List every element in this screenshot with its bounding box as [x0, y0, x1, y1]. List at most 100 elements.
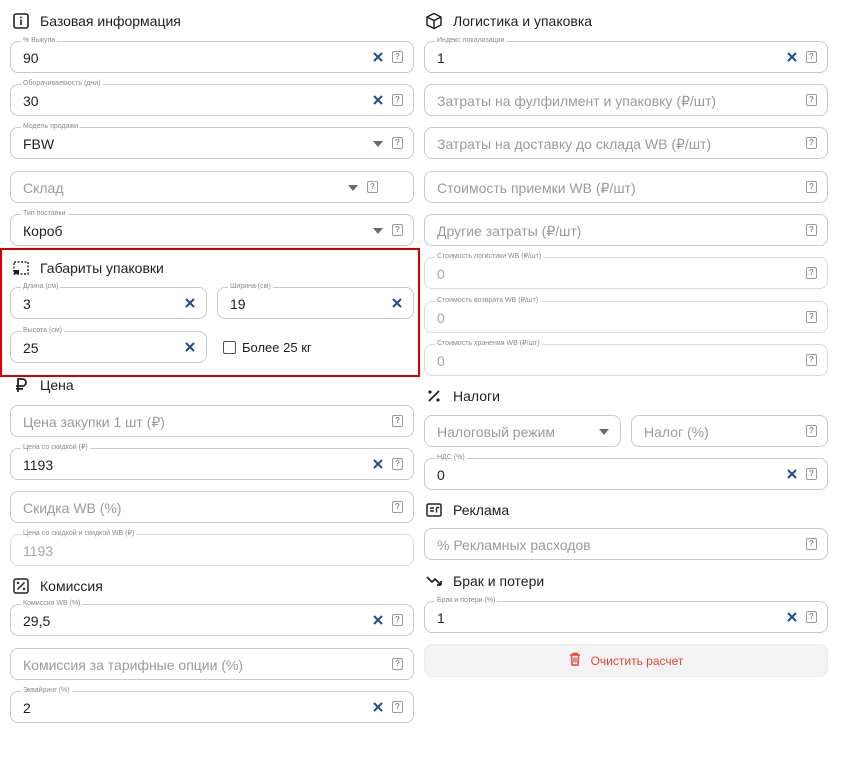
clear-icon[interactable]: [390, 296, 404, 310]
fulfillment-field[interactable]: Затраты на фулфилмент и упаковку (₽/шт) …: [424, 84, 828, 116]
over-25kg-checkbox[interactable]: Более 25 кг: [223, 340, 312, 355]
section-price: Цена: [12, 376, 74, 394]
help-icon[interactable]: ?: [392, 658, 403, 670]
logistics-cost-field: Стоимость логистики WB (₽/шт) 0 ?: [424, 252, 828, 289]
delivery-field[interactable]: Затраты на доставку до склада WB (₽/шт) …: [424, 127, 828, 159]
wb-discount-field[interactable]: Скидка WB (%) ?: [10, 491, 414, 523]
clear-icon[interactable]: [785, 467, 799, 481]
over-25kg-label: Более 25 кг: [242, 340, 312, 355]
clear-icon[interactable]: [785, 610, 799, 624]
help-icon[interactable]: ?: [806, 267, 817, 279]
help-icon[interactable]: ?: [806, 181, 817, 193]
ad-icon: [425, 501, 443, 519]
section-dimensions: Габариты упаковки: [12, 259, 164, 277]
other-costs-field[interactable]: Другие затраты (₽/шт) ?: [424, 214, 828, 246]
help-icon[interactable]: ?: [392, 701, 403, 713]
checkbox-box[interactable]: [223, 341, 236, 354]
help-icon[interactable]: ?: [806, 137, 817, 149]
help-icon[interactable]: ?: [806, 51, 817, 63]
acquiring-field[interactable]: Эквайринг (%) 2 ?: [10, 686, 414, 723]
height-field[interactable]: Высота (см) 25: [10, 326, 207, 363]
help-icon[interactable]: ?: [367, 181, 378, 193]
help-icon[interactable]: ?: [392, 224, 403, 236]
clear-icon[interactable]: [371, 457, 385, 471]
width-field[interactable]: Ширина (см) 19: [217, 282, 414, 319]
return-cost-label: Стоимость возврата WB (₽/шт): [435, 296, 541, 306]
tariff-commission-field[interactable]: Комиссия за тарифные опции (%) ?: [10, 648, 414, 680]
section-title-price: Цена: [40, 377, 74, 393]
tax-mode-select[interactable]: Налоговый режим: [424, 415, 621, 447]
acquiring-value: 2: [23, 700, 31, 716]
clear-icon[interactable]: [183, 340, 197, 354]
supply-type-select[interactable]: Тип поставки Короб ?: [10, 209, 414, 246]
localization-field[interactable]: Индекс локализации 1 ?: [424, 36, 828, 73]
help-icon[interactable]: ?: [806, 538, 817, 550]
clear-icon[interactable]: [785, 50, 799, 64]
section-taxes: Налоги: [425, 387, 500, 405]
help-icon[interactable]: ?: [392, 51, 403, 63]
discount-price-field[interactable]: Цена со скидкой (₽) 1193 ?: [10, 443, 414, 480]
logistics-cost-label: Стоимость логистики WB (₽/шт): [435, 252, 544, 262]
length-field[interactable]: Длина (см) 3: [10, 282, 207, 319]
help-icon[interactable]: ?: [806, 311, 817, 323]
help-icon[interactable]: ?: [392, 415, 403, 427]
section-defects: Брак и потери: [425, 572, 544, 590]
turnover-field[interactable]: Оборачиваемость (дни) 30 ?: [10, 79, 414, 116]
section-title-ads: Реклама: [453, 502, 510, 518]
sale-model-select[interactable]: Модель продажи FBW ?: [10, 122, 414, 159]
help-icon[interactable]: ?: [392, 458, 403, 470]
warehouse-select[interactable]: Склад ?: [10, 171, 414, 203]
clear-icon[interactable]: [371, 613, 385, 627]
section-logistics: Логистика и упаковка: [425, 12, 592, 30]
discount-price-value: 1193: [23, 457, 54, 473]
chevron-down-icon[interactable]: [373, 141, 383, 147]
buyout-value: 90: [23, 50, 39, 66]
help-icon[interactable]: ?: [392, 614, 403, 626]
commission-wb-field[interactable]: Комиссия WB (%) 29,5 ?: [10, 599, 414, 636]
purchase-price-placeholder: Цена закупки 1 шт (₽): [23, 414, 165, 430]
help-icon[interactable]: ?: [806, 611, 817, 623]
help-icon[interactable]: ?: [806, 224, 817, 236]
help-icon[interactable]: ?: [806, 94, 817, 106]
chevron-down-icon[interactable]: [348, 185, 358, 191]
clear-calculation-label: Очистить расчет: [590, 653, 684, 668]
fulfillment-placeholder: Затраты на фулфилмент и упаковку (₽/шт): [437, 93, 717, 109]
help-icon[interactable]: ?: [806, 354, 817, 366]
section-title-taxes: Налоги: [453, 388, 500, 404]
defects-field[interactable]: Брак и потери (%) 1 ?: [424, 596, 828, 633]
package-icon: [425, 12, 443, 30]
clear-icon[interactable]: [371, 50, 385, 64]
section-title-basic: Базовая информация: [40, 13, 181, 29]
help-icon[interactable]: ?: [806, 468, 817, 480]
supply-type-value: Короб: [23, 223, 63, 239]
help-icon[interactable]: ?: [806, 425, 817, 437]
ad-spend-field[interactable]: % Рекламных расходов ?: [424, 528, 828, 560]
ruble-icon: [12, 376, 30, 394]
help-icon[interactable]: ?: [392, 501, 403, 513]
chevron-down-icon[interactable]: [599, 429, 609, 435]
length-value: 3: [23, 296, 31, 312]
acceptance-field[interactable]: Стоимость приемки WB (₽/шт) ?: [424, 171, 828, 203]
tax-field[interactable]: Налог (%) ?: [631, 415, 828, 447]
wb-discount-placeholder: Скидка WB (%): [23, 500, 122, 516]
clear-icon[interactable]: [371, 700, 385, 714]
clear-icon[interactable]: [183, 296, 197, 310]
clear-icon[interactable]: [371, 93, 385, 107]
help-icon[interactable]: ?: [392, 137, 403, 149]
ad-spend-placeholder: % Рекламных расходов: [437, 537, 591, 553]
vat-field[interactable]: НДС (%) 0 ?: [424, 453, 828, 490]
purchase-price-field[interactable]: Цена закупки 1 шт (₽) ?: [10, 405, 414, 437]
buyout-field[interactable]: % Выкупа 90 ?: [10, 36, 414, 73]
vat-value: 0: [437, 467, 445, 483]
localization-label: Индекс локализации: [435, 36, 507, 46]
clear-calculation-button[interactable]: Очистить расчет: [424, 644, 828, 677]
delivery-placeholder: Затраты на доставку до склада WB (₽/шт): [437, 136, 712, 152]
tariff-commission-placeholder: Комиссия за тарифные опции (%): [23, 657, 244, 673]
tax-placeholder: Налог (%): [644, 424, 709, 440]
trend-down-icon: [425, 572, 443, 590]
section-title-logistics: Логистика и упаковка: [453, 13, 593, 29]
width-value: 19: [230, 296, 246, 312]
help-icon[interactable]: ?: [392, 94, 403, 106]
chevron-down-icon[interactable]: [373, 228, 383, 234]
storage-cost-field: Стоимость хранения WB (₽/шт) 0 ?: [424, 339, 828, 376]
